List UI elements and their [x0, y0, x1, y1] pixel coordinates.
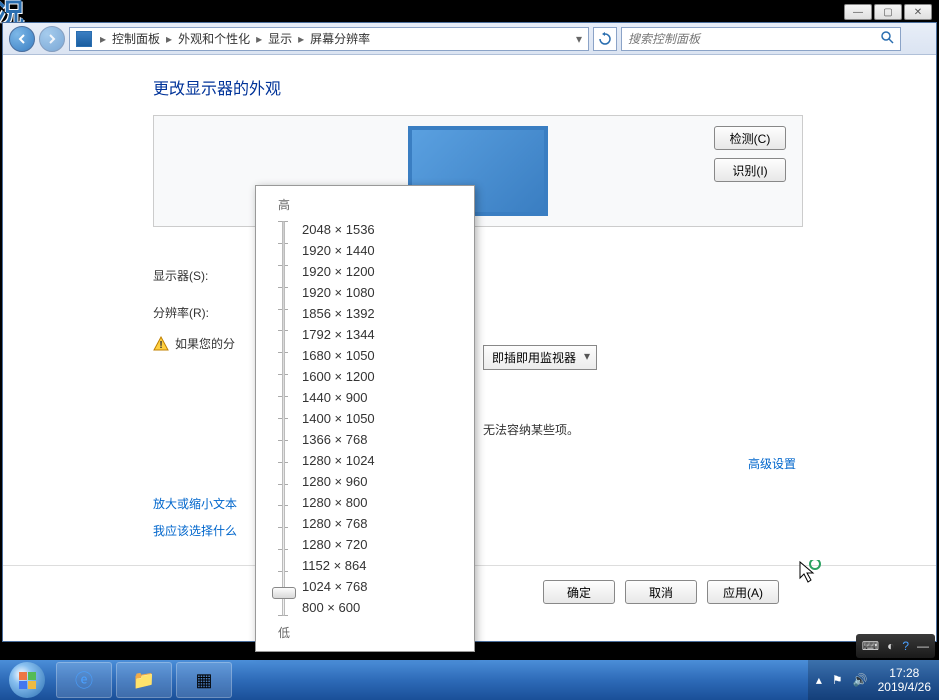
ie-icon: ⓔ: [75, 667, 93, 693]
resolution-option[interactable]: 1280 × 720: [290, 534, 466, 555]
search-input[interactable]: [628, 32, 880, 46]
search-icon[interactable]: [880, 30, 894, 47]
advanced-settings-link[interactable]: 高级设置: [748, 455, 796, 472]
chevron-right-icon: ▸: [294, 32, 308, 46]
resolution-option[interactable]: 1400 × 1050: [290, 408, 466, 429]
resolution-option[interactable]: 1366 × 768: [290, 429, 466, 450]
cancel-button[interactable]: 取消: [625, 580, 697, 604]
system-tray: ▴ ⚑ 🔊 17:28 2019/4/26: [808, 660, 939, 700]
dialog-buttons: 确定 取消 应用(A): [543, 580, 779, 604]
display-preview-box: 检测(C) 识别(I): [153, 115, 803, 227]
warning-icon: !: [153, 336, 169, 352]
toolbar-close-icon[interactable]: —: [917, 639, 929, 653]
search-box[interactable]: [621, 27, 901, 51]
slider-high-label: 高: [278, 196, 466, 213]
app-icon: ▦: [195, 670, 212, 691]
control-panel-window: — ▢ ✕ ▸ 控制面板 ▸ 外观和个性化 ▸ 显示 ▸ 屏幕分辨率 ▾: [2, 22, 937, 642]
resolution-option[interactable]: 1920 × 1440: [290, 240, 466, 261]
display-label: 显示器(S):: [153, 267, 243, 284]
breadcrumb-item[interactable]: 控制面板: [110, 30, 162, 47]
resolution-option-list: 2048 × 15361920 × 14401920 × 12001920 × …: [290, 215, 466, 622]
maximize-button[interactable]: ▢: [874, 4, 902, 20]
page-title: 更改显示器的外观: [153, 75, 936, 99]
warning-text-suffix: 无法容纳某些项。: [483, 421, 579, 438]
taskbar: ⓔ 📁 ▦ ▴ ⚑ 🔊 17:28 2019/4/26: [0, 660, 939, 700]
taskbar-clock[interactable]: 17:28 2019/4/26: [878, 666, 931, 695]
resolution-option[interactable]: 2048 × 1536: [290, 219, 466, 240]
refresh-button[interactable]: [593, 27, 617, 51]
start-button[interactable]: [0, 660, 54, 700]
windows-logo-icon: [9, 662, 45, 698]
slider-line: [282, 221, 285, 616]
chevron-right-icon: ▸: [162, 32, 176, 46]
monitor-select[interactable]: 即插即用监视器: [483, 345, 597, 370]
ok-button[interactable]: 确定: [543, 580, 615, 604]
slider-low-label: 低: [278, 624, 466, 641]
address-bar: ▸ 控制面板 ▸ 外观和个性化 ▸ 显示 ▸ 屏幕分辨率 ▾: [3, 23, 936, 55]
resolution-option[interactable]: 1152 × 864: [290, 555, 466, 576]
nav-back-button[interactable]: [9, 26, 35, 52]
detect-button[interactable]: 检测(C): [714, 126, 786, 150]
taskbar-app-button[interactable]: ▦: [176, 662, 232, 698]
help-links: 放大或缩小文本 我应该选择什么: [153, 495, 237, 549]
close-button[interactable]: ✕: [904, 4, 932, 20]
resolution-slider-track[interactable]: [264, 215, 290, 622]
tray-expand-icon[interactable]: ▴: [816, 673, 822, 687]
resolution-option[interactable]: 1680 × 1050: [290, 345, 466, 366]
apply-button[interactable]: 应用(A): [707, 580, 779, 604]
resolution-option[interactable]: 1792 × 1344: [290, 324, 466, 345]
text-size-link[interactable]: 放大或缩小文本: [153, 495, 237, 512]
folder-icon: 📁: [133, 670, 155, 691]
which-choose-link[interactable]: 我应该选择什么: [153, 522, 237, 539]
resolution-label: 分辨率(R):: [153, 304, 243, 321]
minimize-button[interactable]: —: [844, 4, 872, 20]
taskbar-ie-button[interactable]: ⓔ: [56, 662, 112, 698]
slider-thumb[interactable]: [272, 587, 296, 599]
help-icon[interactable]: ?: [902, 639, 909, 653]
breadcrumb[interactable]: ▸ 控制面板 ▸ 外观和个性化 ▸ 显示 ▸ 屏幕分辨率 ▾: [69, 27, 589, 51]
breadcrumb-item[interactable]: 屏幕分辨率: [308, 30, 372, 47]
resolution-option[interactable]: 1856 × 1392: [290, 303, 466, 324]
breadcrumb-item[interactable]: 外观和个性化: [176, 30, 252, 47]
language-toolbar[interactable]: ⌨ ◐ ? —: [856, 634, 935, 658]
clock-date: 2019/4/26: [878, 680, 931, 694]
resolution-option[interactable]: 1280 × 960: [290, 471, 466, 492]
resolution-option[interactable]: 1440 × 900: [290, 387, 466, 408]
breadcrumb-dropdown[interactable]: ▾: [572, 32, 586, 46]
keyboard-icon[interactable]: ⌨: [862, 639, 879, 653]
chevron-right-icon: ▸: [252, 32, 266, 46]
ime-icon[interactable]: ◐: [887, 639, 894, 653]
resolution-option[interactable]: 1280 × 1024: [290, 450, 466, 471]
warning-text-prefix: 如果您的分: [175, 335, 235, 352]
window-title-bar: — ▢ ✕: [844, 1, 936, 23]
resolution-option[interactable]: 1600 × 1200: [290, 366, 466, 387]
resolution-option[interactable]: 800 × 600: [290, 597, 466, 618]
resolution-dropdown-popup: 高 2048 × 15361920 × 14401920 × 12001920 …: [255, 185, 475, 652]
clock-time: 17:28: [878, 666, 931, 680]
resolution-option[interactable]: 1280 × 800: [290, 492, 466, 513]
resolution-option[interactable]: 1920 × 1080: [290, 282, 466, 303]
control-panel-icon: [76, 31, 92, 47]
resolution-option[interactable]: 1024 × 768: [290, 576, 466, 597]
chevron-right-icon: ▸: [96, 32, 110, 46]
breadcrumb-item[interactable]: 显示: [266, 30, 294, 47]
identify-button[interactable]: 识别(I): [714, 158, 786, 182]
volume-icon[interactable]: 🔊: [853, 673, 868, 687]
svg-text:!: !: [159, 340, 162, 351]
taskbar-explorer-button[interactable]: 📁: [116, 662, 172, 698]
resolution-option[interactable]: 1280 × 768: [290, 513, 466, 534]
resolution-option[interactable]: 1920 × 1200: [290, 261, 466, 282]
flag-icon[interactable]: ⚑: [832, 673, 843, 687]
nav-forward-button[interactable]: [39, 26, 65, 52]
